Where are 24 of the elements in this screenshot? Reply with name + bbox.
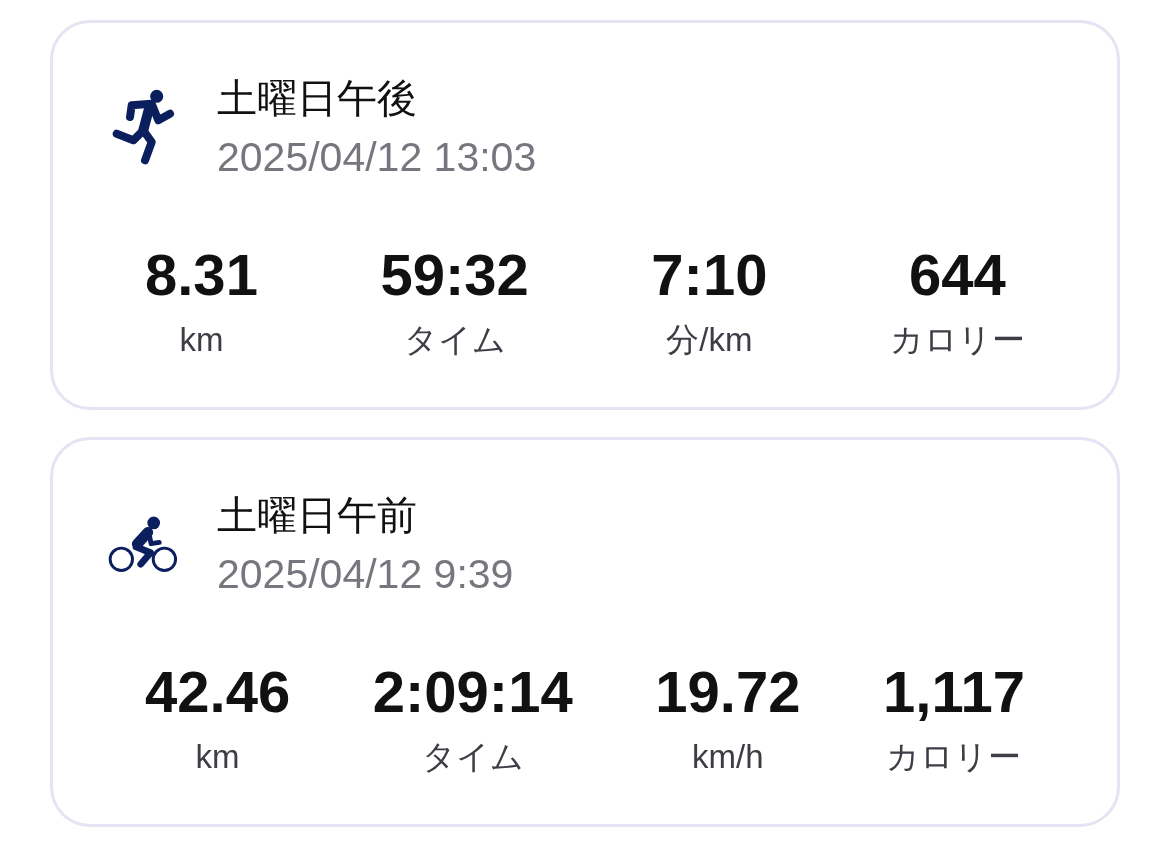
stat-value: 8.31 — [145, 241, 258, 309]
stat-value: 2:09:14 — [372, 658, 573, 726]
stat-value: 644 — [909, 241, 1006, 309]
running-person-icon — [111, 89, 175, 165]
stat-value: 59:32 — [380, 241, 529, 309]
stat-value: 7:10 — [651, 241, 768, 309]
activity-title: 土曜日午前 — [217, 492, 417, 539]
activity-card[interactable]: 土曜日午後 2025/04/12 13:03 8.31 km 59:32 タイム 7:10 分/km 644 カロリー — [50, 20, 1120, 410]
activity-datetime: 2025/04/12 13:03 — [217, 133, 537, 182]
activity-datetime: 2025/04/12 9:39 — [217, 550, 514, 599]
stat-unit-label: タイム — [421, 737, 524, 777]
stat-unit-label: カロリー — [889, 320, 1025, 360]
stat-value: 1,117 — [883, 658, 1025, 726]
activity-title: 土曜日午後 — [217, 75, 417, 122]
stat-unit-label: カロリー — [886, 737, 1022, 777]
stat-value: 19.72 — [655, 658, 801, 726]
stat-unit-label: 分/km — [666, 320, 753, 360]
cyclist-icon — [108, 514, 178, 574]
stat-unit-label: km/h — [692, 737, 764, 777]
activity-card[interactable]: 土曜日午前 2025/04/12 9:39 42.46 km 2:09:14 タイム 19.72 km/h 1,117 カロリー — [50, 437, 1120, 827]
stat-unit-label: km — [195, 737, 240, 777]
stat-value: 42.46 — [145, 658, 291, 726]
stat-unit-label: km — [179, 320, 224, 360]
stat-unit-label: タイム — [403, 320, 506, 360]
